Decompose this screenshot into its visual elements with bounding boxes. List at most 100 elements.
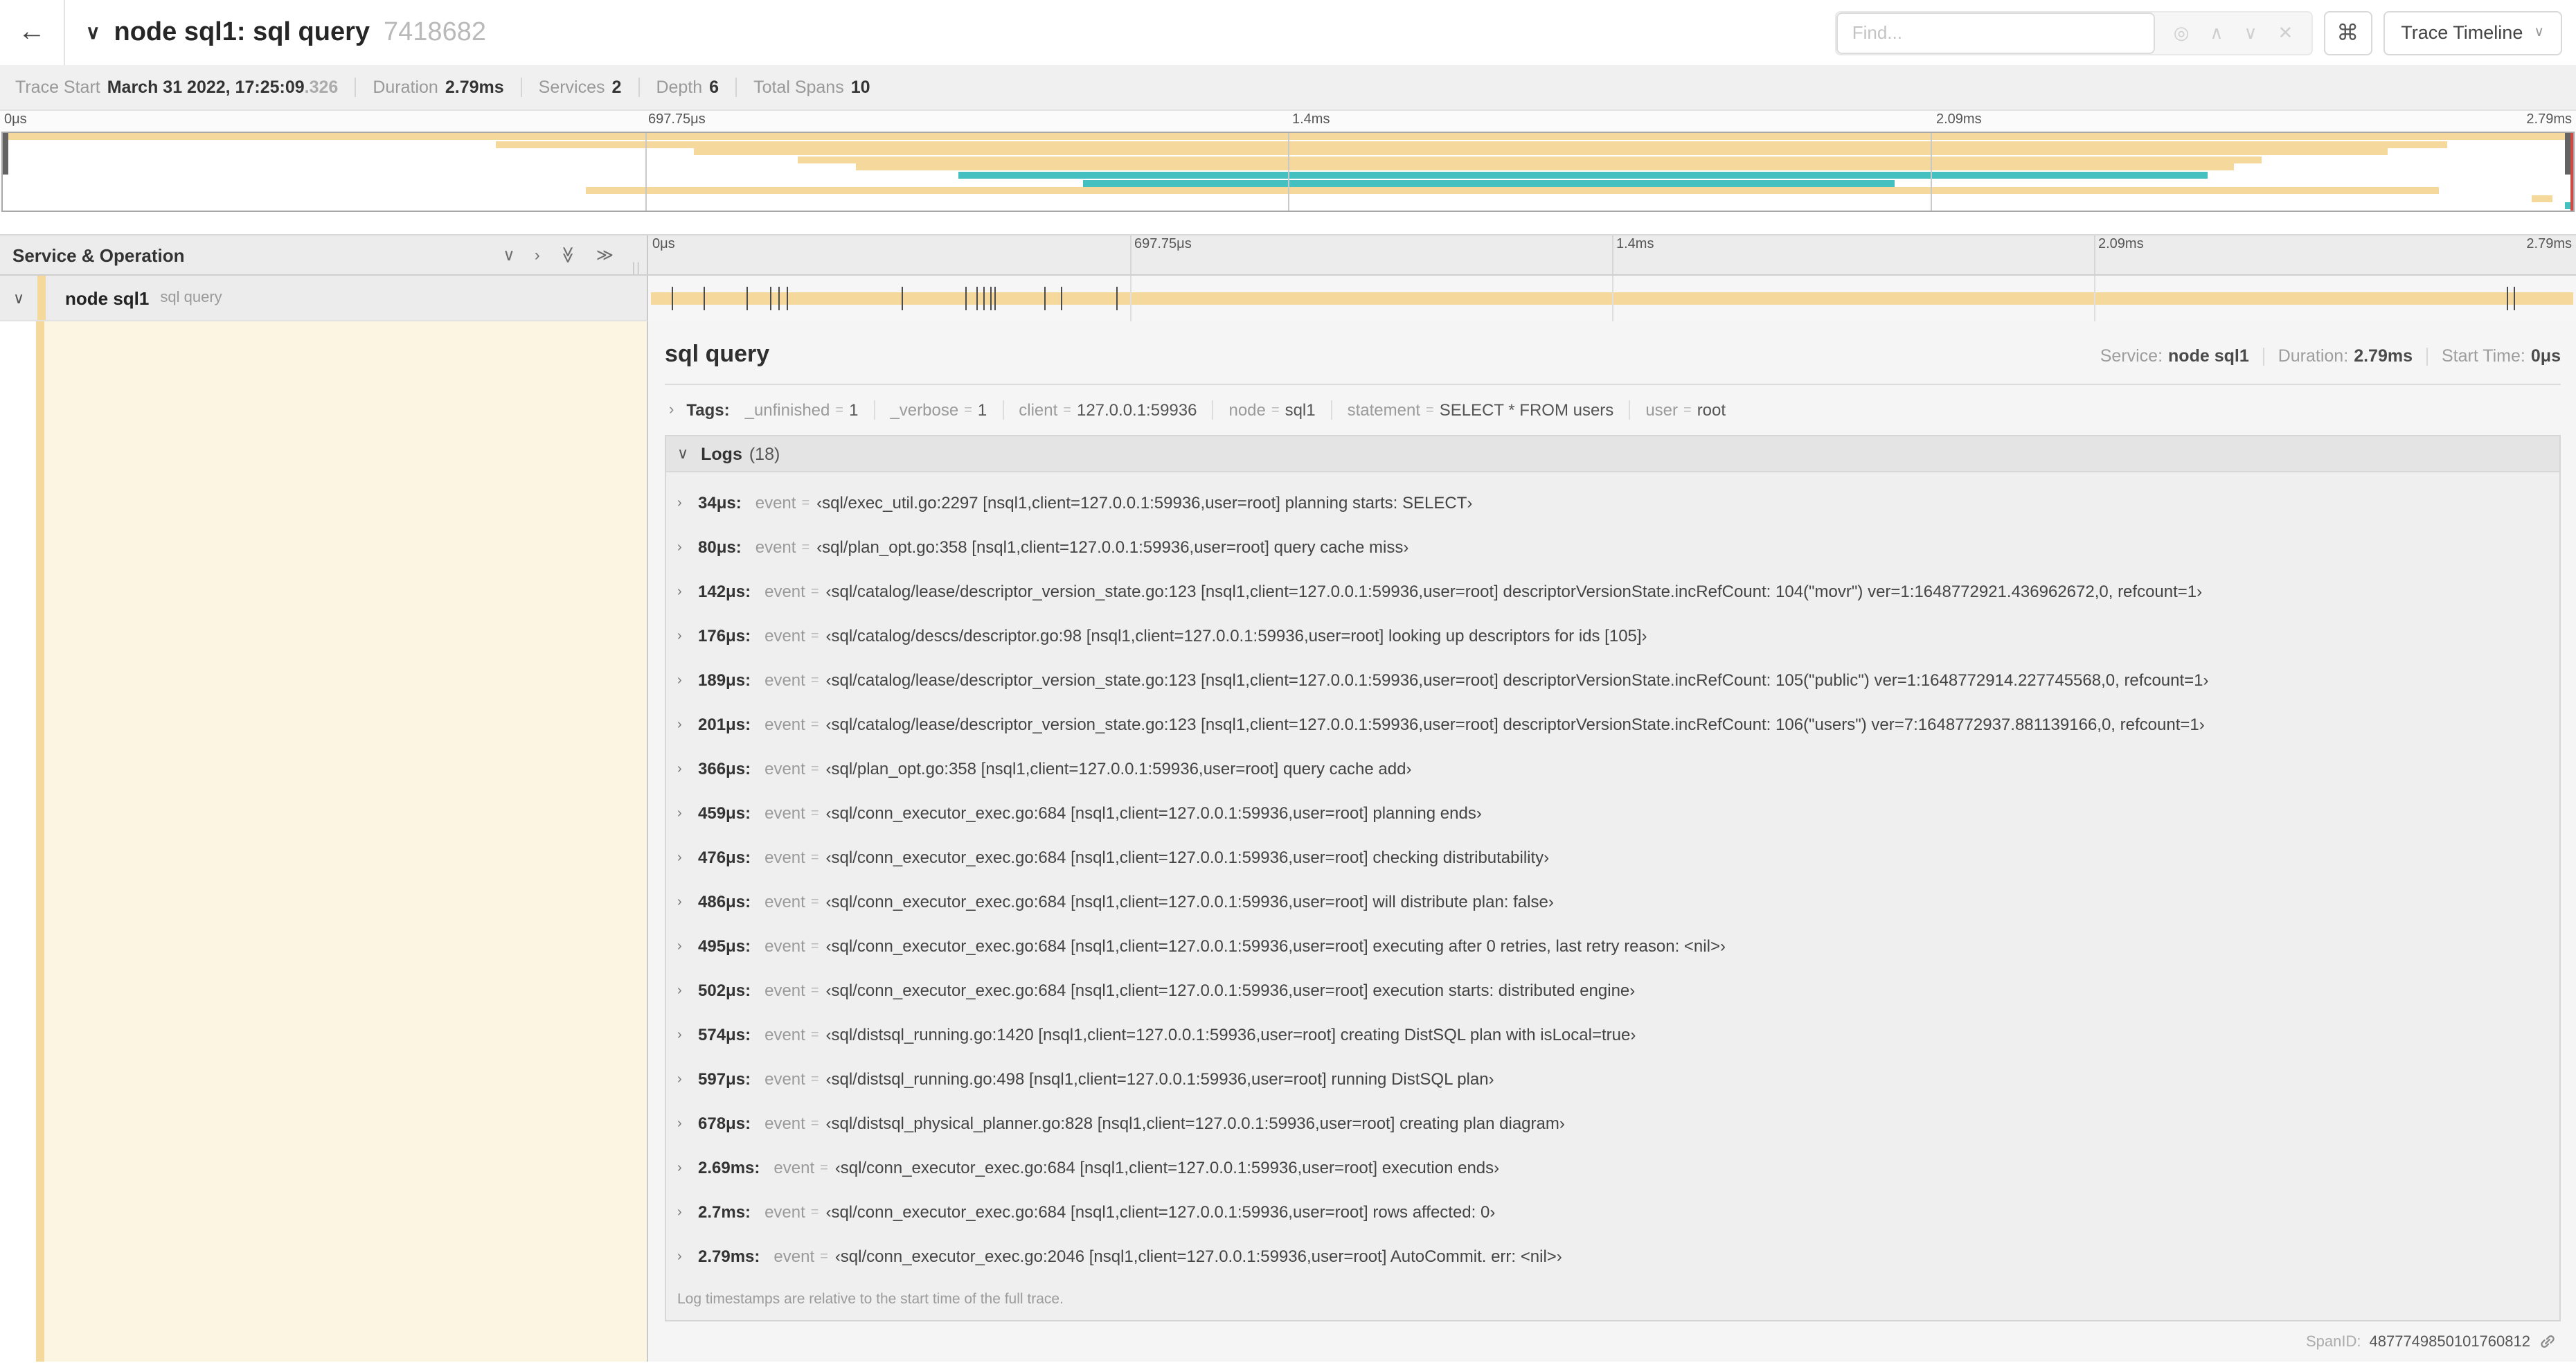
log-equals: = [810,761,819,776]
log-expand-chevron-icon[interactable]: › [677,805,698,821]
view-selector-button[interactable]: Trace Timeline ∨ [2383,10,2562,55]
stat-label: Duration [373,78,438,97]
focus-match-icon[interactable]: ◎ [2174,21,2190,44]
deep-link-icon[interactable] [2539,1333,2557,1351]
log-expand-chevron-icon[interactable]: › [677,850,698,865]
log-field-key: event [773,1158,815,1177]
back-button[interactable]: ← [0,0,65,65]
log-expand-chevron-icon[interactable]: › [677,1204,698,1220]
log-expand-chevron-icon[interactable]: › [677,983,698,998]
tags-expand-chevron-icon[interactable]: › [669,402,674,419]
log-expand-chevron-icon[interactable]: › [677,1249,698,1264]
log-row[interactable]: › 476μs: event = ‹sql/conn_executor_exec.go:… [666,835,2559,880]
log-row[interactable]: › 2.69ms: event = ‹sql/conn_executor_exec.go… [666,1146,2559,1190]
log-timestamp: 486μs: [698,892,751,911]
meta-label: Duration: [2278,346,2349,366]
log-expand-chevron-icon[interactable]: › [677,672,698,688]
tag-divider [873,400,875,420]
minimap-span-bar [797,156,2262,163]
log-field-key: event [764,892,805,911]
log-row[interactable]: › 189μs: event = ‹sql/catalog/lease/descript… [666,658,2559,702]
find-input[interactable] [1836,12,2156,53]
log-event-value: ‹sql/conn_executor_exec.go:684 [nsql1,cl… [825,803,1482,823]
log-row[interactable]: › 459μs: event = ‹sql/conn_executor_exec.go:… [666,791,2559,835]
log-row[interactable]: › 2.79ms: event = ‹sql/conn_executor_exec.go… [666,1234,2559,1279]
log-equals: = [820,1160,828,1175]
keyboard-shortcuts-button[interactable]: ⌘ [2323,10,2372,55]
expand-one-icon[interactable]: › [535,245,540,265]
tag-value: 1 [849,400,859,420]
clear-search-icon[interactable]: ✕ [2278,21,2293,44]
minimap-left-scrubber-handle[interactable] [3,133,8,175]
log-row[interactable]: › 2.7ms: event = ‹sql/conn_executor_exec.go:… [666,1190,2559,1234]
meta-divider [2262,347,2264,365]
log-expand-chevron-icon[interactable]: › [677,540,698,555]
log-expand-chevron-icon[interactable]: › [677,1116,698,1131]
collapse-trace-chevron-icon[interactable]: ∨ [86,21,100,44]
log-expand-chevron-icon[interactable]: › [677,584,698,599]
log-row[interactable]: › 366μs: event = ‹sql/plan_opt.go:358 [nsql1… [666,747,2559,791]
collapse-all-icon[interactable]: ≫ [558,246,578,263]
log-timestamp: 502μs: [698,981,751,1000]
log-event-value: ‹sql/conn_executor_exec.go:684 [nsql1,cl… [825,848,1550,867]
ruler-tick-label: 1.4ms [1292,112,1330,127]
span-id-label: SpanID: [2306,1333,2361,1350]
command-icon: ⌘ [2336,21,2359,45]
log-row[interactable]: › 502μs: event = ‹sql/conn_executor_exec.go:… [666,968,2559,1013]
tag-key: client [1019,400,1058,420]
collapse-one-icon[interactable]: ∨ [503,245,515,265]
ruler-gridline [1288,133,1289,211]
log-equals: = [810,628,819,643]
span-service-name: node sql1 [65,287,150,308]
log-field-key: event [764,759,805,778]
log-row[interactable]: › 486μs: event = ‹sql/conn_executor_exec.go:… [666,880,2559,924]
log-expand-chevron-icon[interactable]: › [677,1027,698,1042]
trace-stat: Duration 2.79ms [373,78,503,97]
next-result-icon[interactable]: ∨ [2244,21,2257,44]
log-row[interactable]: › 80μs: event = ‹sql/plan_opt.go:358 [nsql1,… [666,525,2559,569]
log-row[interactable]: › 142μs: event = ‹sql/catalog/lease/descript… [666,569,2559,614]
logs-header[interactable]: ∨ Logs (18) [666,436,2559,472]
minimap-right-scrubber-handle[interactable] [2565,133,2570,175]
trace-stat: Depth 6 [656,78,719,97]
log-field-key: event [764,848,805,867]
log-row[interactable]: › 201μs: event = ‹sql/catalog/lease/descript… [666,702,2559,747]
column-resize-grip[interactable]: || [632,260,641,274]
log-row[interactable]: › 176μs: event = ‹sql/catalog/descs/descript… [666,614,2559,658]
log-row[interactable]: › 678μs: event = ‹sql/distsql_physical_plann… [666,1101,2559,1146]
top-bar-actions: ◎ ∧ ∨ ✕ ⌘ Trace Timeline ∨ [1835,10,2576,55]
prev-result-icon[interactable]: ∧ [2210,21,2223,44]
span-collapse-chevron-icon[interactable]: ∨ [0,289,37,307]
log-expand-chevron-icon[interactable]: › [677,495,698,510]
log-field-key: event [764,803,805,823]
span-row-label[interactable]: ∨ node sql1 sql query [0,276,648,321]
log-expand-chevron-icon[interactable]: › [677,938,698,954]
log-expand-chevron-icon[interactable]: › [677,894,698,909]
log-timestamp: 2.69ms: [698,1158,760,1177]
tags-row[interactable]: › Tags: _unfinished = 1 _verbose = 1 client = 127.… [665,393,2561,432]
ruler-gridline [1612,235,1613,274]
meta-value: 2.79ms [2354,346,2413,366]
log-expand-chevron-icon[interactable]: › [677,717,698,732]
minimap-canvas[interactable] [1,132,2575,212]
minimap-span-bar [1082,179,1895,187]
log-row[interactable]: › 574μs: event = ‹sql/distsql_running.go:142… [666,1013,2559,1057]
detail-divider [665,384,2561,385]
log-expand-chevron-icon[interactable]: › [677,761,698,776]
timeline-minimap: 0μs 697.75μs 1.4ms 2.09ms 2.79ms [0,111,2576,212]
log-timestamp: 2.7ms: [698,1202,751,1222]
log-timestamp: 189μs: [698,670,751,690]
log-expand-chevron-icon[interactable]: › [677,1071,698,1087]
log-expand-chevron-icon[interactable]: › [677,1160,698,1175]
log-row[interactable]: › 495μs: event = ‹sql/conn_executor_exec.go:… [666,924,2559,968]
expand-all-icon[interactable]: ≫ [596,245,614,265]
log-row[interactable]: › 34μs: event = ‹sql/exec_util.go:2297 [nsql… [666,481,2559,525]
trace-stat: Services 2 [539,78,622,97]
minimap-end-marker [2570,133,2573,211]
log-timestamp: 142μs: [698,582,751,601]
tag-value: 1 [977,400,987,420]
minimap-span-bar [856,163,2234,171]
log-equals: = [810,1071,819,1087]
log-expand-chevron-icon[interactable]: › [677,628,698,643]
log-row[interactable]: › 597μs: event = ‹sql/distsql_running.go:498… [666,1057,2559,1101]
